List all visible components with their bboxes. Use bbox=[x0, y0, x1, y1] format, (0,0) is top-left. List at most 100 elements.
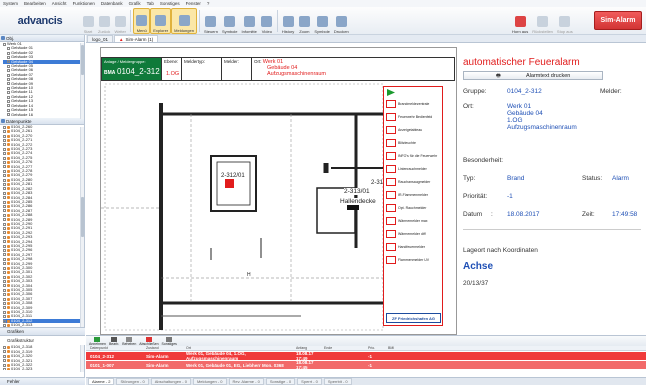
errors-tab[interactable]: Fehler bbox=[0, 377, 85, 385]
datapoint-icon bbox=[7, 125, 10, 129]
graphics-structure-label: Grafikstruktur bbox=[7, 338, 35, 343]
menu-item-0[interactable]: System bbox=[3, 1, 18, 6]
menu-item-9[interactable]: ? bbox=[207, 1, 210, 6]
tree-expander-icon bbox=[3, 266, 6, 270]
graphics-panel-tab[interactable]: Grafiken bbox=[0, 327, 85, 335]
tree-expander-icon bbox=[7, 77, 10, 81]
alarm-category-tab-5[interactable]: Sonstige - 0 bbox=[265, 378, 296, 385]
datapoint-icon bbox=[7, 130, 10, 134]
ribbon-button-7[interactable]: Symbole bbox=[220, 8, 240, 34]
tree-expander-icon bbox=[3, 359, 6, 363]
ribbon-right-button-1[interactable]: Rückstellen bbox=[530, 8, 555, 34]
alarm-tool-1[interactable]: Bearb. bbox=[109, 337, 119, 346]
tree-expander-icon bbox=[3, 130, 6, 134]
column-header-2[interactable]: Ort bbox=[186, 346, 296, 350]
ribbon-button-13[interactable]: Drucken bbox=[332, 8, 351, 34]
alarm-cell: Werk 01, Gebäude 04, 1.OG, Aufzugsmaschi… bbox=[186, 351, 246, 361]
print-alarm-text-button[interactable]: 🖶 Alarmtext drucken bbox=[463, 71, 603, 80]
menu-item-6[interactable]: Tab bbox=[147, 1, 154, 6]
ribbon-button-11[interactable]: Zoom bbox=[296, 8, 312, 34]
tab-logo[interactable]: logo_01 bbox=[87, 35, 114, 42]
column-header-0[interactable]: Datenpunkt bbox=[86, 346, 146, 350]
ribbon-button-10[interactable]: History bbox=[280, 8, 296, 34]
datapoint-icon bbox=[7, 147, 10, 151]
column-header-5[interactable]: Prio. bbox=[368, 346, 388, 350]
alarm-category-tab-1[interactable]: Störungen - 0 bbox=[116, 378, 149, 385]
alarm-category-tabs: Alarme - 2 Störungen - 0 Abschaltungen - 0… bbox=[86, 377, 646, 385]
ribbon-right-button-0[interactable]: Horn aus bbox=[510, 8, 530, 34]
alarm-category-tab-6[interactable]: Sperrt - 0 bbox=[297, 378, 322, 385]
objects-scrollbar[interactable] bbox=[80, 43, 84, 119]
legend-item-label: Opt. Rauchmelder bbox=[398, 205, 427, 210]
tree-expander-icon bbox=[3, 350, 6, 354]
alarm-cell: 0104_2-312 bbox=[90, 353, 115, 359]
menu-item-2[interactable]: Ansicht bbox=[52, 1, 67, 6]
ribbon-button-icon bbox=[298, 15, 310, 27]
datum-value: 18.08.2017 bbox=[507, 211, 540, 218]
ribbon-toolbar: advancis Start Zurück Weiter Menü Explorer Me… bbox=[0, 7, 646, 35]
tree-expander-icon bbox=[3, 42, 6, 46]
tree-expander-icon bbox=[3, 134, 6, 138]
alarm-tool-2[interactable]: Beheben bbox=[122, 337, 136, 346]
ribbon-button-4[interactable]: Explorer bbox=[150, 7, 172, 34]
graphics-structure-tab[interactable]: Grafikstruktur bbox=[0, 335, 85, 345]
ribbon-button-icon bbox=[261, 15, 273, 27]
ribbon-right-button-2[interactable]: Stop aus bbox=[555, 8, 575, 34]
datapoint-icon bbox=[7, 178, 10, 182]
menu-item-3[interactable]: Funktionen bbox=[73, 1, 95, 6]
ribbon-button-label: Meldungen bbox=[174, 27, 194, 33]
tree-expander-icon bbox=[3, 213, 6, 217]
print-alarm-text-label: Alarmtext drucken bbox=[526, 72, 571, 79]
column-header-6[interactable]: BMI bbox=[388, 346, 408, 350]
alarm-tool-0[interactable]: Annehmen bbox=[89, 337, 106, 346]
ribbon-button-icon bbox=[243, 15, 255, 27]
ribbon-button-3[interactable]: Menü bbox=[133, 7, 151, 34]
tree-expander-icon bbox=[3, 293, 6, 297]
ribbon-button-label: Video bbox=[261, 28, 272, 34]
alarm-cell: 0101_1-007 bbox=[90, 362, 115, 368]
column-header-4[interactable]: Ende bbox=[324, 346, 368, 350]
tree-expander-icon bbox=[7, 99, 10, 103]
tree-item-object[interactable]: Gebäude 16 bbox=[3, 112, 84, 117]
menu-item-1[interactable]: Bearbeiten bbox=[24, 1, 46, 6]
alarm-tool-3[interactable]: Abschließen bbox=[139, 337, 159, 346]
ribbon-button-0[interactable]: Start bbox=[80, 8, 96, 34]
sim-alarm-button[interactable]: Sim-Alarm bbox=[594, 11, 642, 30]
tab-sim-alarm[interactable]: ▲ Sim-Alarm (1) bbox=[114, 35, 159, 42]
alarm-category-tab-3[interactable]: Meldungen - 0 bbox=[192, 378, 227, 385]
alarm-row[interactable]: 0104_2-312 Sim-Alarm Werk 01, Gebäude 04, … bbox=[86, 351, 646, 361]
datum-colon: : bbox=[491, 211, 493, 218]
ribbon-button-8[interactable]: Infomitte bbox=[240, 8, 259, 34]
ribbon-button-1[interactable]: Zurück bbox=[96, 8, 112, 34]
ribbon-button-12[interactable]: Symbole bbox=[312, 8, 332, 34]
ribbon-button-9[interactable]: Video bbox=[259, 8, 275, 34]
menu-item-4[interactable]: Datenbank bbox=[101, 1, 123, 6]
alarm-category-tab-2[interactable]: Abschaltungen - 0 bbox=[150, 378, 191, 385]
datapoints-panel-header[interactable]: Datenpunkte bbox=[0, 118, 84, 125]
column-header-1[interactable]: Zustand bbox=[146, 346, 186, 350]
menu-item-8[interactable]: Fenster bbox=[186, 1, 201, 6]
menu-item-7[interactable]: Sonstiges bbox=[160, 1, 180, 6]
ribbon-button-6[interactable]: Steuern bbox=[202, 8, 220, 34]
menu-item-5[interactable]: Grafik bbox=[129, 1, 141, 6]
ribbon-button-5[interactable]: Meldungen bbox=[171, 7, 197, 34]
alarm-category-tab-0[interactable]: Alarme - 2 bbox=[88, 378, 115, 385]
alarm-category-tab-4[interactable]: Rev. Alarme - 0 bbox=[228, 378, 264, 385]
datapoint-icon bbox=[7, 293, 10, 297]
alarm-row[interactable]: 0101_1-007 Sim-Alarm Werk 01, Gebäude 01, … bbox=[86, 360, 646, 370]
datapoint-icon bbox=[7, 359, 10, 363]
column-header-3[interactable]: Anfang bbox=[296, 346, 324, 350]
datapoint-icon bbox=[7, 244, 10, 248]
ribbon-button-2[interactable]: Weiter bbox=[112, 8, 128, 34]
datapoint-icon bbox=[7, 143, 10, 147]
legend-item-label: Rauchansaugmelder bbox=[398, 179, 431, 184]
objects-panel-header[interactable]: Obj. bbox=[0, 35, 84, 42]
ort-line-2: Gebäude 04 bbox=[507, 110, 543, 117]
tree-expander-icon bbox=[3, 196, 6, 200]
alarm-tool-4[interactable]: Sonstiges bbox=[162, 337, 177, 346]
tree-item-datapoint[interactable]: 0104_2-323 bbox=[3, 366, 84, 370]
alarm-category-tab-7[interactable]: Sperrbit - 0 bbox=[323, 378, 352, 385]
tree-expander-icon bbox=[3, 315, 6, 319]
tree-expander-icon bbox=[7, 55, 10, 59]
datapoint-icon bbox=[7, 354, 10, 358]
